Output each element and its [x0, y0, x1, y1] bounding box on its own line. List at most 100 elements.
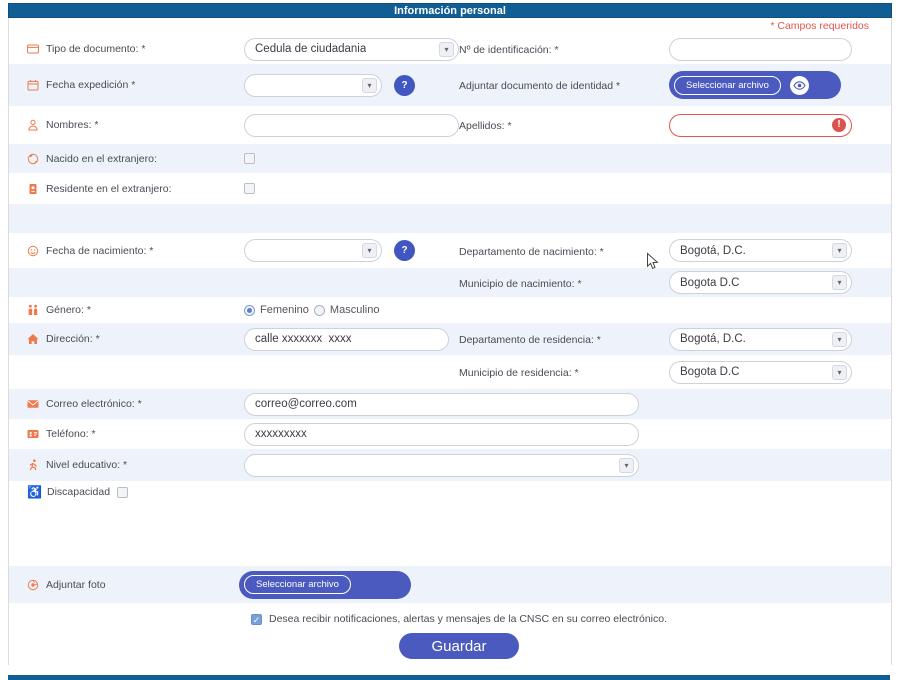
- tipo-documento-label: Tipo de documento: *: [46, 43, 145, 55]
- notificaciones-checkbox[interactable]: ✓: [251, 614, 262, 625]
- departamento-nacimiento-label: Departamento de nacimiento: *: [459, 246, 604, 258]
- num-identificacion-label: Nº de identificación: *: [459, 44, 559, 56]
- departamento-residencia-value: Bogotá, D.C.: [680, 333, 746, 345]
- seleccionar-archivo-button[interactable]: Seleccionar archivo: [244, 575, 351, 594]
- error-icon: !: [832, 118, 846, 132]
- row-notificaciones: ✓ Desea recibir notificaciones, alertas …: [9, 611, 891, 627]
- adjuntar-foto-label: Adjuntar foto: [46, 579, 106, 591]
- help-icon[interactable]: ?: [394, 75, 415, 96]
- face-icon: [27, 245, 39, 257]
- chevron-down-icon[interactable]: ▾: [832, 275, 847, 290]
- contact-card-icon: [27, 428, 39, 440]
- residente-extranjero-label: Residente en el extranjero:: [46, 183, 172, 195]
- globe-icon: [27, 153, 39, 165]
- row-telefono: Teléfono: *: [9, 419, 891, 449]
- tipo-documento-value: Cedula de ciudadania: [255, 43, 366, 55]
- nombres-input[interactable]: [244, 114, 459, 137]
- bottom-bar: [8, 675, 890, 680]
- departamento-residencia-label: Departamento de residencia: *: [459, 334, 601, 346]
- apellidos-label: Apellidos: *: [459, 120, 512, 132]
- chevron-down-icon[interactable]: ▾: [832, 332, 847, 347]
- row-municipio-residencia: Municipio de residencia: * Bogota D.C ▾: [9, 355, 891, 389]
- residente-extranjero-checkbox[interactable]: [244, 183, 255, 194]
- nacido-extranjero-label: Nacido en el extranjero:: [46, 153, 157, 165]
- municipio-residencia-select[interactable]: Bogota D.C ▾: [669, 361, 852, 384]
- telefono-input[interactable]: [244, 423, 639, 446]
- camera-icon: [27, 579, 39, 591]
- help-icon[interactable]: ?: [394, 240, 415, 261]
- education-icon: [27, 459, 39, 471]
- municipio-residencia-value: Bogota D.C: [680, 366, 739, 378]
- municipio-nacimiento-select[interactable]: Bogota D.C ▾: [669, 271, 852, 294]
- row-documento: Tipo de documento: * Cedula de ciudadani…: [9, 34, 891, 64]
- radio-masculino[interactable]: [314, 305, 325, 316]
- departamento-nacimiento-select[interactable]: Bogotá, D.C. ▾: [669, 239, 852, 262]
- discapacidad-label: Discapacidad: [47, 486, 110, 498]
- direccion-label: Dirección: *: [46, 333, 100, 345]
- chevron-down-icon[interactable]: ▾: [832, 243, 847, 258]
- municipio-nacimiento-label: Municipio de nacimiento: *: [459, 278, 582, 290]
- id-card-icon: [27, 43, 39, 55]
- row-discapacidad: ♿ Discapacidad: [9, 481, 891, 503]
- fecha-expedicion-label: Fecha expedición *: [46, 79, 135, 91]
- fecha-expedicion-select[interactable]: ▾: [244, 74, 382, 97]
- departamento-nacimiento-value: Bogotá, D.C.: [680, 245, 746, 257]
- direccion-input[interactable]: [244, 328, 449, 351]
- row-genero: Género: * Femenino Masculino: [9, 297, 891, 323]
- row-municipio-nacimiento: Municipio de nacimiento: * Bogota D.C ▾: [9, 268, 891, 297]
- row-nacido-extranjero: Nacido en el extranjero:: [9, 144, 891, 173]
- gender-icon: [27, 304, 39, 316]
- discapacidad-checkbox[interactable]: [117, 487, 128, 498]
- adjuntar-foto-upload: Seleccionar archivo: [239, 571, 411, 599]
- seleccionar-archivo-button[interactable]: Seleccionar archivo: [674, 76, 781, 95]
- mail-icon: [27, 398, 39, 410]
- correo-input[interactable]: [244, 393, 639, 416]
- row-nombres: Nombres: * Apellidos: * !: [9, 106, 891, 144]
- municipio-residencia-label: Municipio de residencia: *: [459, 367, 579, 379]
- num-identificacion-input[interactable]: [669, 38, 852, 61]
- adjuntar-documento-label: Adjuntar documento de identidad *: [459, 80, 620, 92]
- chevron-down-icon[interactable]: ▾: [832, 365, 847, 380]
- apellidos-input[interactable]: !: [669, 114, 852, 137]
- spacer-white: [9, 503, 891, 566]
- required-fields-note: * Campos requeridos: [770, 20, 869, 32]
- personal-info-form-page: { "header": { "title": "Información pers…: [0, 3, 900, 680]
- chevron-down-icon[interactable]: ▾: [439, 42, 454, 57]
- row-nacimiento: Fecha de nacimiento: * ▾ ? Departamento …: [9, 233, 891, 268]
- fecha-nacimiento-select[interactable]: ▾: [244, 239, 382, 262]
- notificaciones-label: Desea recibir notificaciones, alertas y …: [269, 613, 667, 625]
- chevron-down-icon[interactable]: ▾: [362, 78, 377, 93]
- adjuntar-documento-upload: Seleccionar archivo: [669, 71, 841, 99]
- nombres-label: Nombres: *: [46, 119, 99, 131]
- nivel-educativo-label: Nivel educativo: *: [46, 459, 127, 471]
- row-adjuntar-foto: Adjuntar foto Seleccionar archivo: [9, 566, 891, 603]
- calendar-icon: [27, 79, 39, 91]
- form-title-bar: Información personal: [8, 3, 892, 18]
- row-residente-extranjero: Residente en el extranjero:: [9, 173, 891, 204]
- row-expedicion: Fecha expedición * ▾ ? Adjuntar document…: [9, 64, 891, 106]
- radio-masculino-label: Masculino: [330, 304, 380, 316]
- chevron-down-icon[interactable]: ▾: [619, 458, 634, 473]
- correo-label: Correo electrónico: *: [46, 398, 142, 410]
- radio-femenino[interactable]: [244, 305, 255, 316]
- save-button[interactable]: Guardar: [399, 633, 519, 659]
- nivel-educativo-select[interactable]: ▾: [244, 454, 639, 477]
- spacer-stripe: [9, 204, 891, 233]
- fecha-nacimiento-label: Fecha de nacimiento: *: [46, 245, 153, 257]
- user-icon: [27, 119, 39, 131]
- row-correo: Correo electrónico: *: [9, 389, 891, 419]
- departamento-residencia-select[interactable]: Bogotá, D.C. ▾: [669, 328, 852, 351]
- eye-icon[interactable]: [790, 76, 809, 95]
- row-guardar: Guardar: [9, 627, 891, 665]
- passport-icon: [27, 183, 39, 195]
- row-direccion: Dirección: * Departamento de residencia:…: [9, 323, 891, 355]
- wheelchair-icon: ♿: [27, 486, 40, 498]
- genero-label: Género: *: [46, 304, 91, 316]
- row-nivel-educativo: Nivel educativo: * ▾: [9, 449, 891, 481]
- radio-femenino-label: Femenino: [260, 304, 309, 316]
- tipo-documento-select[interactable]: Cedula de ciudadania ▾: [244, 38, 459, 61]
- nacido-extranjero-checkbox[interactable]: [244, 153, 255, 164]
- chevron-down-icon[interactable]: ▾: [362, 243, 377, 258]
- page-title: Información personal: [394, 5, 506, 17]
- municipio-nacimiento-value: Bogota D.C: [680, 277, 739, 289]
